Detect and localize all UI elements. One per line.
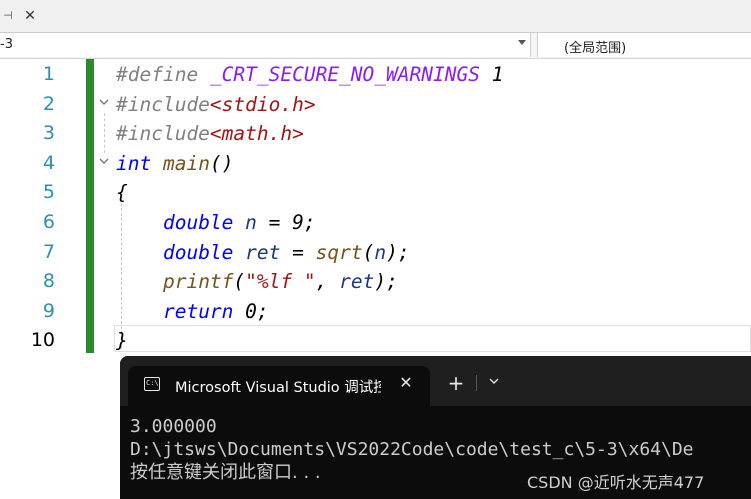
code-token: #define [116,63,210,86]
code-token: double [162,211,234,234]
code-token: printf [162,270,234,294]
code-line[interactable]: double n = 9; [116,208,316,238]
line-number: 2 [42,92,55,115]
line-number: 10 [30,329,55,352]
code-token: , [315,270,340,294]
code-line[interactable]: printf("%lf ", ret); [116,267,398,297]
code-token: = [280,240,316,264]
chevron-down-icon [518,40,526,45]
code-token: <stdio.h> [209,92,316,116]
watermark: CSDN @近听水无声477 [527,473,705,492]
pin-icon[interactable]: ⊣ [0,7,16,25]
terminal-icon: C:\ [144,377,160,391]
code-token: } [116,329,128,353]
code-token: ); [374,270,398,294]
line-number: 7 [42,240,55,263]
navigation-bar: -3 (全局范围) [0,33,751,59]
close-tab-icon[interactable]: ✕ [20,6,40,26]
line-number: 3 [42,122,55,145]
code-token: = 9; [256,211,316,234]
code-line[interactable]: { [116,178,128,208]
console-output-line: 按任意键关闭此窗口. . . [130,462,321,483]
code-token: return [162,299,234,323]
code-line[interactable]: } [116,326,128,356]
code-token: n [245,211,257,234]
code-token: <math.h> [209,122,304,146]
console-output-line: 3.000000 [130,416,217,437]
line-number: 4 [42,151,55,174]
console-tab-title: Microsoft Visual Studio 调试控制台 [175,380,381,396]
console-output-line: D:\jtsws\Documents\VS2022Code\code\test_… [130,439,694,460]
code-token: ( [362,240,375,264]
indent-guide [104,113,105,153]
code-token: () [209,151,234,175]
code-token: int [116,151,152,175]
code-line[interactable]: int main() [116,149,233,179]
code-token: double [162,240,234,264]
code-token: 1 [479,63,504,86]
project-dropdown[interactable]: -3 [0,33,531,57]
line-number: 8 [42,270,55,293]
code-token: #include [116,122,210,146]
code-token: ret [245,240,281,264]
line-number: 6 [42,211,55,233]
line-number-gutter: 1 2 3 4 5 6 7 8 9 10 [0,59,60,499]
code-line[interactable]: return 0; [116,297,269,327]
console-tab-bar: C:\ Microsoft Visual Studio 调试控制台 ✕ + [120,356,751,406]
fold-toggle-icon[interactable] [98,155,110,167]
console-tab[interactable]: C:\ Microsoft Visual Studio 调试控制台 ✕ [128,366,430,406]
code-line[interactable]: #define _CRT_SECURE_NO_WARNINGS 1 [116,60,503,90]
code-token: { [116,181,128,205]
current-line-highlight [114,325,751,352]
code-token: #include [116,92,210,116]
close-icon[interactable]: ✕ [396,373,416,393]
code-token: sqrt [315,240,363,264]
chevron-down-icon[interactable] [486,375,502,391]
code-token: "%lf " [245,270,316,294]
document-tab-strip: ⊣ ✕ [0,0,751,33]
code-token: n [374,240,387,264]
code-token: ret [339,270,375,294]
tab-separator [476,375,477,391]
line-number: 5 [42,181,55,204]
code-line[interactable]: #include<math.h> [116,119,304,149]
project-dropdown-value: -3 [0,37,13,52]
screenshot-root: ⊣ ✕ -3 (全局范围) 1 2 3 4 5 6 7 8 9 10 #define _CRT_S… [0,0,751,499]
code-token: ( [233,270,246,294]
scope-dropdown[interactable]: (全局范围) [537,33,751,57]
line-number: 9 [42,299,55,322]
change-tracking-bar [86,59,94,353]
code-line[interactable]: double ret = sqrt(n); [116,238,410,268]
code-line[interactable]: #include<stdio.h> [116,90,316,120]
scope-dropdown-value: (全局范围) [564,41,627,56]
code-token: ); [386,240,410,264]
new-tab-button[interactable]: + [446,373,466,393]
code-token: 0; [233,299,269,323]
code-token: _CRT_SECURE_NO_WARNINGS [209,63,480,86]
line-number: 1 [42,63,55,85]
code-token: main [162,151,210,175]
fold-toggle-icon[interactable] [98,96,110,108]
